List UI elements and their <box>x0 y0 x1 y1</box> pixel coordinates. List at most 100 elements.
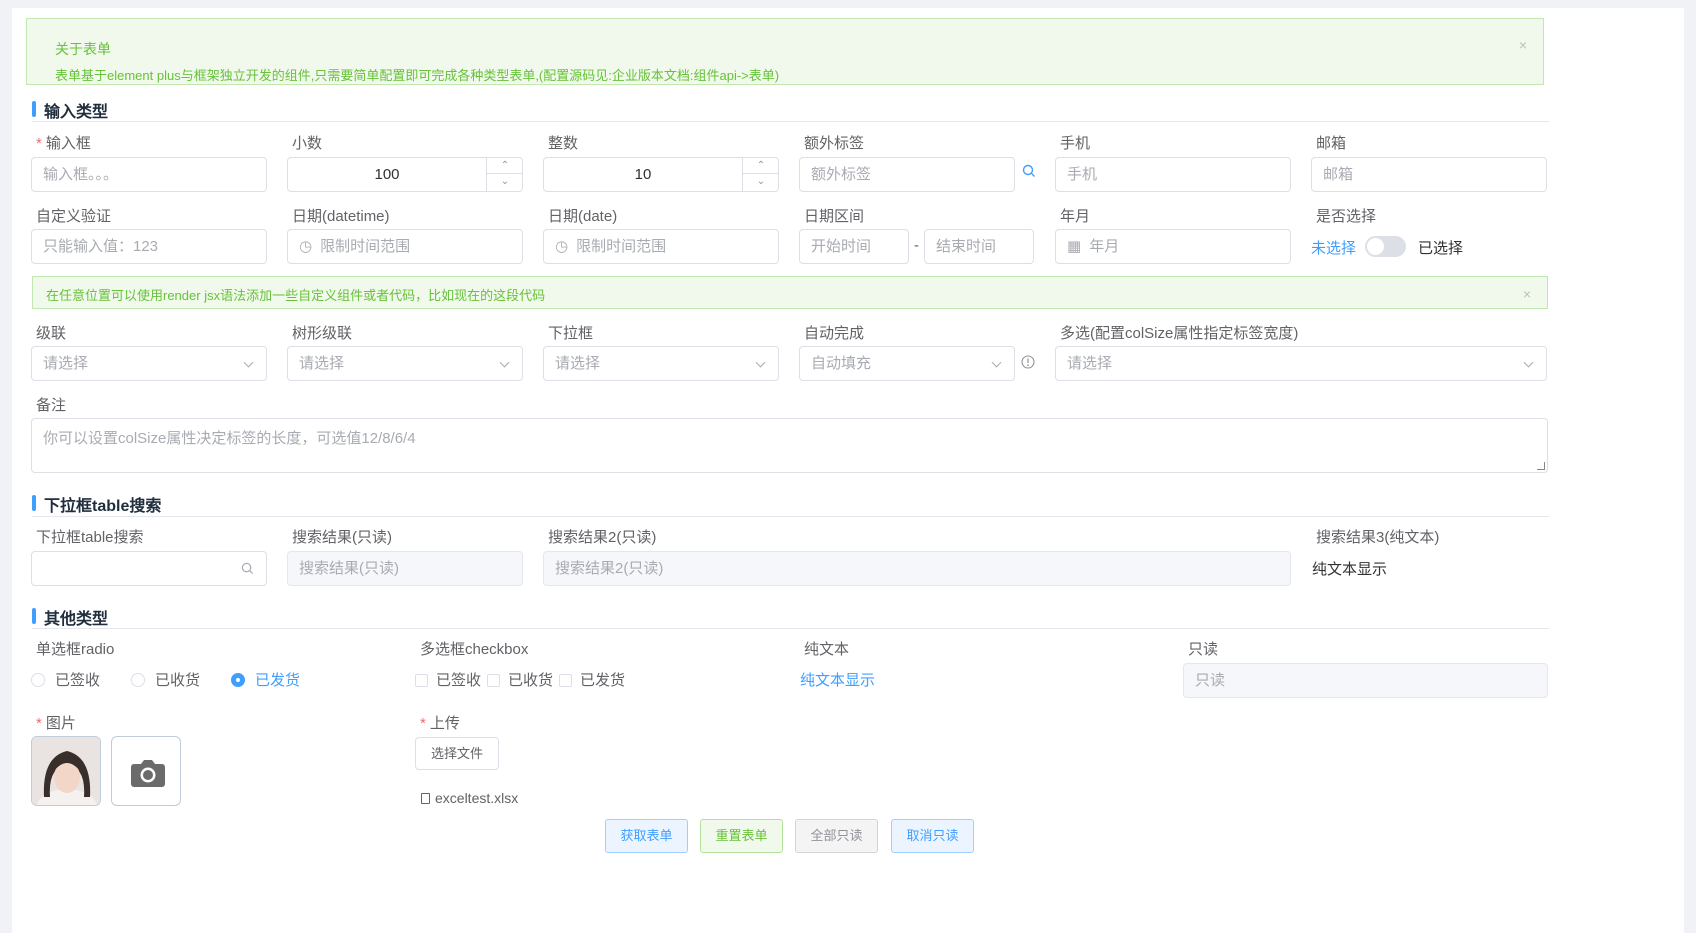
remark-textarea[interactable]: 你可以设置colSize属性决定标签的长度，可选值12/8/6/4 <box>31 418 1548 473</box>
stepper-controls: ⌃ ⌄ <box>742 158 779 191</box>
section-marker <box>32 101 36 117</box>
camera-upload-button[interactable] <box>111 736 181 806</box>
checkbox-icon <box>559 674 572 687</box>
camera-icon <box>131 760 165 787</box>
radio-circle-icon <box>131 673 145 687</box>
info-alert: 关于表单 表单基于element plus与框架独立开发的组件,只需要简单配置即… <box>26 18 1544 85</box>
radio-checked-icon <box>231 673 245 687</box>
multi-select[interactable]: 请选择 <box>1055 346 1547 381</box>
close-icon[interactable]: × <box>1523 286 1531 302</box>
increase-icon[interactable]: ⌃ <box>743 158 779 174</box>
phone-input[interactable]: 手机 <box>1055 157 1291 192</box>
select-toggle-switch[interactable] <box>1365 236 1406 257</box>
form-page: 关于表单 表单基于element plus与框架独立开发的组件,只需要简单配置即… <box>12 8 1684 933</box>
datetime-picker[interactable]: ◷ 限制时间范围 <box>287 229 523 264</box>
text-input[interactable]: 输入框。。。 <box>31 157 267 192</box>
resize-handle-icon[interactable] <box>1537 462 1545 470</box>
checkbox-icon <box>415 674 428 687</box>
close-icon[interactable]: × <box>1519 37 1527 53</box>
autocomplete-input[interactable]: 自动填充 <box>799 346 1015 381</box>
switch-on-label[interactable]: 已选择 <box>1418 237 1463 258</box>
date-range-label: 日期区间 <box>804 208 865 225</box>
section-input-types: 输入类型 <box>32 96 332 121</box>
search-result3-label: 搜索结果3(纯文本) <box>1316 529 1440 546</box>
date-picker[interactable]: ◷ 限制时间范围 <box>543 229 779 264</box>
stepper-controls: ⌃ ⌄ <box>486 158 523 191</box>
uploaded-file[interactable]: exceltest.xlsx <box>421 790 518 806</box>
table-search-label: 下拉框table搜索 <box>36 529 144 546</box>
datetime-label: 日期(datetime) <box>292 208 390 225</box>
reset-form-button[interactable]: 重置表单 <box>700 819 783 853</box>
search-icon <box>241 552 254 585</box>
email-label: 邮箱 <box>1316 135 1347 152</box>
year-month-placeholder: 年月 <box>1089 238 1120 255</box>
select-placeholder: 请选择 <box>555 355 601 372</box>
cascader-label: 级联 <box>36 325 67 342</box>
tree-cascader-select[interactable]: 请选择 <box>287 346 523 381</box>
search-result2-input: 搜索结果2(只读) <box>543 551 1291 586</box>
section-table-search: 下拉框table搜索 <box>32 490 332 515</box>
section-marker <box>32 608 36 624</box>
custom-validation-input[interactable]: 只能输入值：123 <box>31 229 267 264</box>
checkbox-group-label: 多选框checkbox <box>420 641 529 658</box>
date-label: 日期(date) <box>548 208 618 225</box>
search-result3-text: 纯文本显示 <box>1312 561 1388 578</box>
checkbox-icon <box>487 674 500 687</box>
switch-knob <box>1367 238 1384 255</box>
radio-received[interactable]: 已收货 <box>131 669 200 690</box>
range-end-input[interactable]: 结束时间 <box>924 229 1034 264</box>
year-month-picker[interactable]: ▦ 年月 <box>1055 229 1291 264</box>
radio-shipped[interactable]: 已发货 <box>231 669 300 690</box>
checkbox-signed[interactable]: 已签收 <box>415 669 481 690</box>
divider <box>32 628 1549 629</box>
section-title: 输入类型 <box>44 104 109 121</box>
checkbox-received[interactable]: 已收货 <box>487 669 553 690</box>
decimal-number-input[interactable]: 100 ⌃ ⌄ <box>287 157 523 192</box>
alert-title: 关于表单 <box>55 41 111 57</box>
cascader-select[interactable]: 请选择 <box>31 346 267 381</box>
tree-cascader-label: 树形级联 <box>292 325 353 342</box>
remark-label: 备注 <box>36 397 67 414</box>
required-mark: * <box>36 135 42 152</box>
all-readonly-button[interactable]: 全部只读 <box>795 819 878 853</box>
get-form-button[interactable]: 获取表单 <box>605 819 688 853</box>
alert-text: 在任意位置可以使用render jsx语法添加一些自定义组件或者代码，比如现在的… <box>46 288 546 303</box>
radio-signed[interactable]: 已签收 <box>31 669 100 690</box>
info-icon[interactable] <box>1021 355 1035 373</box>
cancel-readonly-button[interactable]: 取消只读 <box>891 819 974 853</box>
clock-icon: ◷ <box>555 238 569 255</box>
uploaded-image-thumbnail[interactable] <box>31 736 101 806</box>
checkbox-shipped[interactable]: 已发货 <box>559 669 625 690</box>
increase-icon[interactable]: ⌃ <box>487 158 523 174</box>
section-title: 其他类型 <box>44 611 109 628</box>
decrease-icon[interactable]: ⌄ <box>743 174 779 190</box>
document-icon <box>421 793 430 804</box>
jsx-alert: 在任意位置可以使用render jsx语法添加一些自定义组件或者代码，比如现在的… <box>32 276 1548 309</box>
search-result-input: 搜索结果(只读) <box>287 551 523 586</box>
radio-circle-icon <box>31 673 45 687</box>
cascader-placeholder: 请选择 <box>43 355 89 372</box>
switch-label: 是否选择 <box>1316 208 1377 225</box>
autocomplete-label: 自动完成 <box>804 325 865 342</box>
search-result2-label: 搜索结果2(只读) <box>548 529 657 546</box>
switch-off-label[interactable]: 未选择 <box>1311 237 1356 258</box>
range-start-input[interactable]: 开始时间 <box>799 229 909 264</box>
integer-label: 整数 <box>548 135 579 152</box>
chevron-down-icon <box>243 357 254 368</box>
plain-text-link[interactable]: 纯文本显示 <box>800 669 875 690</box>
search-result-label: 搜索结果(只读) <box>292 529 392 546</box>
decrease-icon[interactable]: ⌄ <box>487 174 523 190</box>
integer-number-input[interactable]: 10 ⌃ ⌄ <box>543 157 779 192</box>
decimal-label: 小数 <box>292 135 323 152</box>
search-icon[interactable] <box>1022 164 1036 182</box>
decimal-value: 100 <box>374 166 400 183</box>
table-search-input[interactable] <box>31 551 267 586</box>
dropdown-select[interactable]: 请选择 <box>543 346 779 381</box>
email-input[interactable]: 邮箱 <box>1311 157 1547 192</box>
chevron-down-icon <box>499 357 510 368</box>
section-other-types: 其他类型 <box>32 603 332 628</box>
divider <box>32 516 1549 517</box>
input-field-label: * 输入框 <box>36 135 91 152</box>
extra-label-input[interactable]: 额外标签 <box>799 157 1015 192</box>
choose-file-button[interactable]: 选择文件 <box>415 737 499 770</box>
